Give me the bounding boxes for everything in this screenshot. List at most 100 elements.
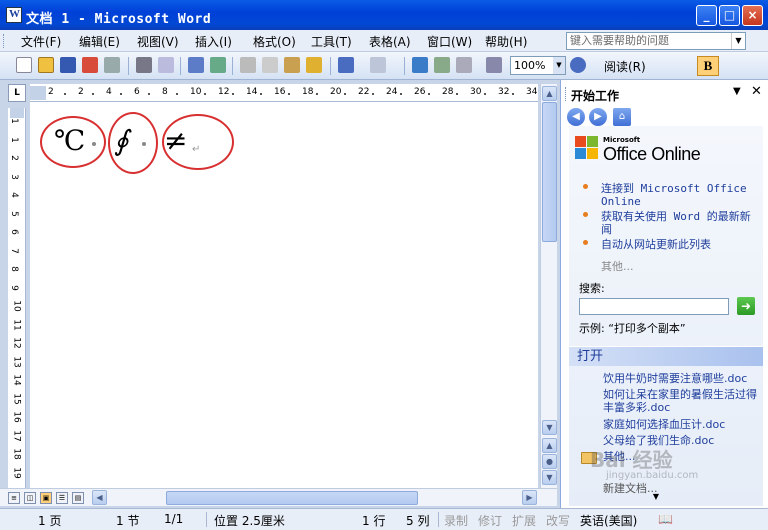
window-title: 文档 1 - Microsoft Word <box>26 12 212 27</box>
help-search-input[interactable]: 键入需要帮助的问题 ▼ <box>566 32 746 50</box>
zoom-select[interactable]: 100% ▼ <box>510 56 566 75</box>
contour-integral-symbol: ∮ <box>114 124 129 157</box>
redo-icon[interactable] <box>370 57 386 73</box>
menu-window[interactable]: 窗口(W) <box>427 33 472 50</box>
status-overtype[interactable]: 改写 <box>546 512 570 529</box>
cut-icon[interactable] <box>240 57 256 73</box>
minimize-button[interactable]: _ <box>696 5 717 26</box>
search-input[interactable] <box>579 298 729 315</box>
hyperlink-icon[interactable] <box>412 57 428 73</box>
ruler-tick-mark <box>372 93 374 95</box>
status-record[interactable]: 录制 <box>444 512 468 529</box>
toolbar-separator <box>330 57 331 75</box>
print-layout-icon[interactable]: ▣ <box>40 492 52 504</box>
chevron-down-icon[interactable]: ▼ <box>733 86 741 97</box>
new-document-icon[interactable] <box>16 57 32 73</box>
menu-insert[interactable]: 插入(I) <box>195 33 232 50</box>
latest-news-link[interactable]: 获取有关使用 Word 的最新新闻 <box>601 210 761 236</box>
menu-format[interactable]: 格式(O) <box>253 33 296 50</box>
ruler-tick-label: 16 <box>11 411 22 423</box>
permission-icon[interactable] <box>82 57 98 73</box>
help-icon[interactable] <box>570 57 586 73</box>
web-layout-icon[interactable]: ◫ <box>24 492 36 504</box>
maximize-button[interactable]: □ <box>719 5 740 26</box>
read-button[interactable]: 阅读(R) <box>604 58 646 75</box>
menu-view[interactable]: 视图(V) <box>137 33 179 50</box>
email-icon[interactable] <box>104 57 120 73</box>
insert-table-icon[interactable] <box>456 57 472 73</box>
toolbar-separator <box>232 57 233 75</box>
more-link[interactable]: 其他... <box>601 258 634 274</box>
forward-arrow-icon[interactable]: ▶ <box>589 108 607 126</box>
print-preview-icon[interactable] <box>158 57 174 73</box>
save-icon[interactable] <box>60 57 76 73</box>
chevron-down-icon[interactable]: ▼ <box>731 33 745 49</box>
connect-office-online-link[interactable]: 连接到 Microsoft Office Online <box>601 182 761 208</box>
new-document-link[interactable]: 新建文档... <box>603 482 761 495</box>
status-track-changes[interactable]: 修订 <box>478 512 502 529</box>
menu-help[interactable]: 帮助(H) <box>485 33 527 50</box>
menu-grip[interactable] <box>3 34 6 48</box>
auto-update-link[interactable]: 自动从网站更新此列表 <box>601 238 761 251</box>
tables-borders-icon[interactable] <box>434 57 450 73</box>
word-app-icon[interactable] <box>6 7 22 23</box>
scroll-thumb[interactable] <box>542 102 557 242</box>
outline-view-icon[interactable]: ☰ <box>56 492 68 504</box>
scroll-right-button[interactable]: ▶ <box>522 490 537 505</box>
vertical-scrollbar[interactable]: ▲ ▼ ▲ ● ▼ <box>540 84 557 488</box>
horizontal-scrollbar[interactable]: ≡ ◫ ▣ ☰ ▤ ◀ ▶ <box>0 488 557 506</box>
browse-object-button[interactable]: ● <box>542 454 557 469</box>
close-button[interactable]: × <box>742 5 763 26</box>
recent-document-link[interactable]: 饮用牛奶时需要注意哪些.doc <box>603 372 761 385</box>
copy-icon[interactable] <box>262 57 278 73</box>
menu-edit[interactable]: 编辑(E) <box>79 33 120 50</box>
menu-tools[interactable]: 工具(T) <box>311 33 352 50</box>
status-line: 1 行 <box>362 514 386 528</box>
previous-page-button[interactable]: ▲ <box>542 438 557 453</box>
chevron-down-icon[interactable]: ▼ <box>553 57 565 74</box>
search-go-button[interactable]: ➜ <box>737 297 755 315</box>
vertical-ruler[interactable]: 1 1 2 3 4 5 6 7 8 9 10 11 12 13 14 15 16 17 18 19 <box>8 108 26 488</box>
document-page[interactable]: ℃ ∮ ≠ ↵ <box>30 102 538 488</box>
research-icon[interactable] <box>210 57 226 73</box>
tab-stop-selector[interactable]: L <box>8 84 26 102</box>
next-page-button[interactable]: ▼ <box>542 470 557 485</box>
open-folder-icon[interactable] <box>38 57 54 73</box>
ruler-tick-mark <box>120 93 122 95</box>
reading-view-icon[interactable]: ▤ <box>72 492 84 504</box>
horizontal-ruler[interactable]: 2 2 4 6 8 10 12 14 16 18 20 22 24 26 28 30 32 34 <box>30 84 542 102</box>
scroll-left-button[interactable]: ◀ <box>92 490 107 505</box>
recent-document-link[interactable]: 家庭如何选择血压计.doc <box>603 418 761 431</box>
status-language[interactable]: 英语(美国) <box>580 512 637 529</box>
menu-table[interactable]: 表格(A) <box>369 33 411 50</box>
task-pane-nav: ◀ ▶ ⌂ <box>567 108 647 126</box>
chevron-down-icon[interactable]: ▼ <box>649 492 663 501</box>
spelling-status-icon[interactable]: 📖 <box>658 512 673 526</box>
bold-button[interactable]: B <box>697 56 719 76</box>
document-map-icon[interactable] <box>486 57 502 73</box>
undo-icon[interactable] <box>338 57 354 73</box>
close-icon[interactable]: ✕ <box>751 84 762 99</box>
paste-icon[interactable] <box>284 57 300 73</box>
ruler-tick-label: 9 <box>8 284 19 291</box>
scroll-thumb[interactable] <box>166 491 418 505</box>
menu-file[interactable]: 文件(F) <box>21 33 61 50</box>
format-painter-icon[interactable] <box>306 57 322 73</box>
back-arrow-icon[interactable]: ◀ <box>567 108 585 126</box>
print-icon[interactable] <box>136 57 152 73</box>
ruler-tick-mark <box>288 93 290 95</box>
recent-document-link[interactable]: 如何让呆在家里的暑假生活过得丰富多彩.doc <box>603 388 761 414</box>
normal-view-icon[interactable]: ≡ <box>8 492 20 504</box>
scroll-up-button[interactable]: ▲ <box>542 86 557 101</box>
home-icon[interactable]: ⌂ <box>613 108 631 126</box>
status-separator <box>438 512 439 527</box>
status-bar: 1 页 1 节 1/1 位置 2.5厘米 1 行 5 列 录制 修订 扩展 改写… <box>0 508 768 530</box>
status-extend[interactable]: 扩展 <box>512 512 536 529</box>
spelling-icon[interactable] <box>188 57 204 73</box>
pane-grip[interactable] <box>565 87 568 101</box>
scroll-down-button[interactable]: ▼ <box>542 420 557 435</box>
ruler-tick-label: 12 <box>218 87 230 97</box>
ruler-tick-mark <box>344 93 346 95</box>
zoom-value: 100% <box>514 59 546 72</box>
logo-square <box>575 136 586 147</box>
